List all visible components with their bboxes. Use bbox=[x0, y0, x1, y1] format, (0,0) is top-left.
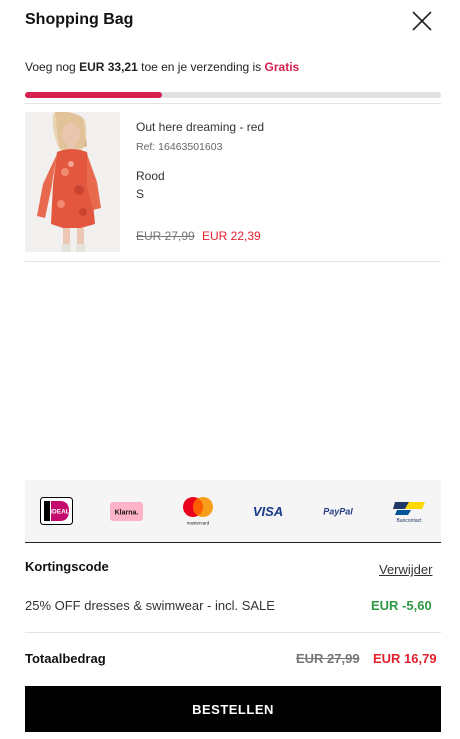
divider bbox=[25, 632, 441, 633]
visa-logo: VISA bbox=[249, 494, 287, 528]
sale-price: EUR 22,39 bbox=[202, 229, 261, 243]
remove-discount-link[interactable]: Verwijder bbox=[379, 562, 432, 577]
product-photo bbox=[25, 112, 120, 252]
svg-text:VISA: VISA bbox=[253, 504, 283, 519]
shipping-progress-fill bbox=[25, 92, 163, 98]
discount-description: 25% OFF dresses & swimwear - incl. SALE bbox=[25, 598, 275, 613]
svg-text:PayPal: PayPal bbox=[323, 507, 353, 517]
checkout-button[interactable]: BESTELLEN bbox=[25, 686, 441, 732]
bancontact-logo: Bancontact bbox=[389, 494, 429, 528]
total-original-price: EUR 27,99 bbox=[296, 651, 360, 666]
klarna-logo: Klarna. bbox=[108, 494, 144, 528]
product-color: Rood bbox=[136, 169, 165, 183]
total-price: EUR 16,79 bbox=[373, 651, 437, 666]
total-label: Totaalbedrag bbox=[25, 651, 106, 666]
close-button[interactable] bbox=[410, 9, 434, 33]
product-image[interactable] bbox=[25, 112, 120, 252]
shipping-middle: toe en je verzending is bbox=[141, 60, 262, 74]
paypal-logo: PayPal bbox=[320, 494, 356, 528]
discount-code-label: Kortingscode bbox=[25, 559, 109, 574]
close-icon bbox=[412, 11, 432, 31]
product-reference: Ref: 16463501603 bbox=[136, 141, 223, 153]
original-price: EUR 27,99 bbox=[136, 229, 195, 243]
mastercard-logo: mastercard bbox=[180, 494, 216, 528]
page-title: Shopping Bag bbox=[25, 11, 134, 28]
shipping-prefix: Voeg nog bbox=[25, 60, 76, 74]
divider bbox=[25, 103, 441, 104]
svg-text:iDEAL: iDEAL bbox=[50, 509, 70, 516]
shipping-free-label: Gratis bbox=[264, 60, 300, 74]
shipping-remaining-amount: EUR 33,21 bbox=[79, 60, 138, 74]
divider bbox=[25, 261, 441, 262]
discount-amount: EUR -5,60 bbox=[371, 598, 432, 613]
free-shipping-message: Voeg nog EUR 33,21 toe en je verzending … bbox=[25, 60, 299, 74]
product-name[interactable]: Out here dreaming - red bbox=[136, 120, 264, 134]
shipping-progress-bar bbox=[25, 92, 441, 98]
svg-text:Klarna.: Klarna. bbox=[114, 509, 138, 516]
ideal-logo: iDEAL bbox=[39, 494, 73, 528]
svg-text:mastercard: mastercard bbox=[187, 521, 210, 526]
product-size: S bbox=[136, 187, 145, 201]
svg-text:Bancontact: Bancontact bbox=[396, 518, 422, 524]
payment-methods: iDEAL Klarna. mastercard VISA PayPal Ban… bbox=[25, 480, 441, 543]
